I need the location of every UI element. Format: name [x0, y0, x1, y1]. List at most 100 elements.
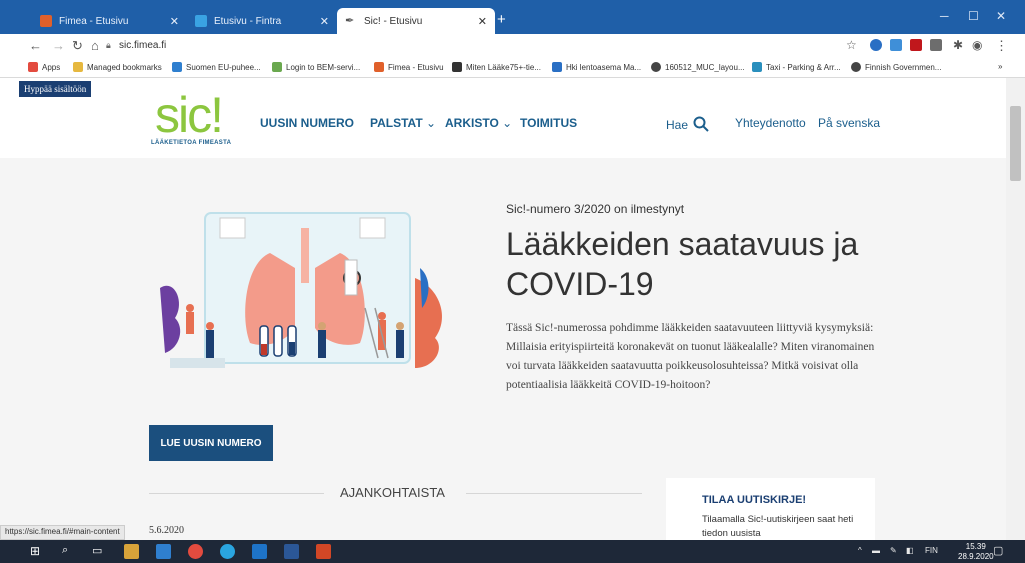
bookmark-item[interactable]: Login to BEM-servi...: [272, 62, 360, 72]
close-tab-icon[interactable]: ✕: [320, 15, 329, 28]
search-button[interactable]: Hae: [666, 116, 710, 132]
tab-fintra[interactable]: Etusivu - Fintra ✕: [187, 8, 337, 34]
bookmark-item[interactable]: Miten Lääke75+-tie...: [452, 62, 541, 72]
bookmark-star-icon[interactable]: ☆: [846, 38, 857, 52]
minimize-icon[interactable]: ─: [940, 9, 949, 23]
skip-to-content-link[interactable]: Hyppää sisältöön: [19, 81, 92, 97]
nav-toimitus[interactable]: TOIMITUS: [520, 116, 577, 130]
tray-chevron-icon[interactable]: ^: [858, 546, 862, 555]
word-icon[interactable]: [284, 544, 299, 559]
bookmark-item[interactable]: Finnish Governmen...: [851, 62, 941, 72]
page-scrollbar[interactable]: [1006, 78, 1025, 540]
globe-favicon-icon: [651, 62, 661, 72]
contact-link[interactable]: Yhteydenotto: [735, 116, 806, 130]
apps-grid-icon: [28, 62, 38, 72]
pdf-extension-icon[interactable]: [910, 39, 922, 51]
bookmark-item[interactable]: 160512_MUC_layou...: [651, 62, 745, 72]
tab-title: Etusivu - Fintra: [214, 15, 282, 27]
fintra-favicon-icon: [195, 15, 207, 27]
chevron-down-icon: ⌄: [502, 116, 513, 130]
menu-dots-icon[interactable]: ⋮: [995, 38, 1008, 54]
search-icon: [693, 116, 710, 132]
pen-favicon-icon: [452, 62, 462, 72]
hero-description: Tässä Sic!-numerossa pohdimme lääkkeiden…: [506, 322, 875, 391]
network-icon[interactable]: ▬: [872, 546, 880, 555]
news-date: 5.6.2020: [149, 525, 184, 536]
taxi-favicon-icon: [752, 62, 762, 72]
logo-subtitle: LÄÄKETIETOA FIMEASTA: [151, 140, 232, 146]
swedish-language-link[interactable]: På svenska: [818, 116, 880, 130]
forward-icon[interactable]: →: [52, 38, 65, 53]
extension-shield-icon[interactable]: [870, 39, 882, 51]
bem-favicon-icon: [272, 62, 282, 72]
windows-start-icon[interactable]: ⊞: [30, 544, 45, 559]
bookmark-apps[interactable]: Apps: [28, 62, 60, 72]
fimea-favicon-icon: [374, 62, 384, 72]
fimea-favicon-icon: [40, 15, 52, 27]
bookmark-item[interactable]: Taxi - Parking & Arr...: [752, 62, 841, 72]
hero-title[interactable]: Lääkkeiden saatavuus ja COVID-19: [506, 224, 906, 304]
reload-icon[interactable]: ↻: [72, 38, 83, 54]
system-clock[interactable]: 15.39 28.9.2020: [958, 542, 994, 562]
nav-arkisto[interactable]: ARKISTO ⌄: [445, 116, 512, 130]
language-indicator[interactable]: FIN: [925, 546, 938, 555]
bookmarks-overflow[interactable]: »: [998, 62, 1002, 71]
task-view-icon[interactable]: ▭: [92, 544, 107, 559]
nav-uusin-numero[interactable]: UUSIN NUMERO: [260, 116, 354, 130]
bookmark-item[interactable]: Fimea - Etusivu: [374, 62, 444, 72]
bookmark-managed[interactable]: Managed bookmarks: [73, 62, 162, 72]
newsletter-box: TILAA UUTISKIRJE! Tilaamalla Sic!-uutisk…: [666, 478, 875, 540]
home-icon[interactable]: ⌂: [91, 38, 99, 53]
search-icon[interactable]: ⌕: [62, 544, 77, 559]
close-window-icon[interactable]: ✕: [996, 9, 1006, 23]
volume-icon[interactable]: ◧: [906, 546, 914, 555]
chrome-icon[interactable]: [188, 544, 203, 559]
scrollbar-thumb[interactable]: [1010, 106, 1021, 181]
issue-kicker: Sic!-numero 3/2020 on ilmestynyt: [506, 202, 685, 216]
pen-favicon-icon: ✒: [345, 15, 355, 27]
browser-tab-bar: Fimea - Etusivu ✕ Etusivu - Fintra ✕ ✒ S…: [0, 0, 1025, 34]
maximize-icon[interactable]: ☐: [968, 9, 979, 23]
read-latest-issue-button[interactable]: LUE UUSIN NUMERO: [149, 425, 273, 461]
lungs-illustration: [160, 212, 443, 368]
newsletter-title: TILAA UUTISKIRJE!: [702, 494, 807, 506]
site-logo[interactable]: sic!: [155, 90, 224, 140]
bookmark-item[interactable]: Hki lentoasema Ma...: [552, 62, 641, 72]
close-tab-icon[interactable]: ✕: [478, 15, 487, 28]
extensions-puzzle-icon[interactable]: ✱: [953, 38, 963, 52]
link-status-bar: https://sic.fimea.fi/#main-content: [0, 525, 125, 540]
new-tab-button[interactable]: +: [497, 12, 506, 27]
extension-icon[interactable]: [930, 39, 942, 51]
edge-icon[interactable]: [156, 544, 171, 559]
notifications-icon[interactable]: ▢: [993, 544, 1003, 557]
pen-icon[interactable]: ✎: [890, 546, 897, 555]
eu-favicon-icon: [172, 62, 182, 72]
skype-icon[interactable]: [220, 544, 235, 559]
screen: Fimea - Etusivu ✕ Etusivu - Fintra ✕ ✒ S…: [0, 0, 1025, 563]
file-explorer-icon[interactable]: [124, 544, 139, 559]
tab-fimea[interactable]: Fimea - Etusivu ✕: [32, 8, 187, 34]
nav-palstat[interactable]: PALSTAT ⌄: [370, 116, 436, 130]
globe-favicon-icon: [851, 62, 861, 72]
folder-icon: [73, 62, 83, 72]
profile-icon[interactable]: ◉: [972, 38, 982, 52]
outlook-icon[interactable]: [252, 544, 267, 559]
tab-title: Fimea - Etusivu: [59, 15, 129, 27]
lock-icon: 🔒︎: [106, 40, 111, 50]
windows-taskbar: ⊞ ⌕ ▭ ^ ▬ ✎ ◧ FIN 15.39 28.9.2020 ▢: [0, 540, 1025, 563]
divider: [149, 493, 324, 494]
site-header: sic! LÄÄKETIETOA FIMEASTA UUSIN NUMERO P…: [0, 78, 1006, 158]
bookmark-item[interactable]: Suomen EU-puhee...: [172, 62, 261, 72]
tab-title: Sic! - Etusivu: [364, 15, 423, 27]
extension-icon[interactable]: [890, 39, 902, 51]
chevron-down-icon: ⌄: [426, 116, 437, 130]
web-page: sic! LÄÄKETIETOA FIMEASTA UUSIN NUMERO P…: [0, 78, 1006, 540]
close-tab-icon[interactable]: ✕: [170, 15, 179, 28]
back-icon[interactable]: ←: [29, 38, 42, 53]
url-field[interactable]: sic.fimea.fi: [119, 40, 166, 51]
section-title-news: AJANKOHTAISTA: [340, 485, 445, 500]
powerpoint-icon[interactable]: [316, 544, 331, 559]
clock-time: 15.39: [965, 542, 986, 551]
tab-sic-active[interactable]: ✒ Sic! - Etusivu ✕: [337, 8, 495, 34]
hero-section: Sic!-numero 3/2020 on ilmestynyt Lääkkei…: [0, 158, 1006, 540]
